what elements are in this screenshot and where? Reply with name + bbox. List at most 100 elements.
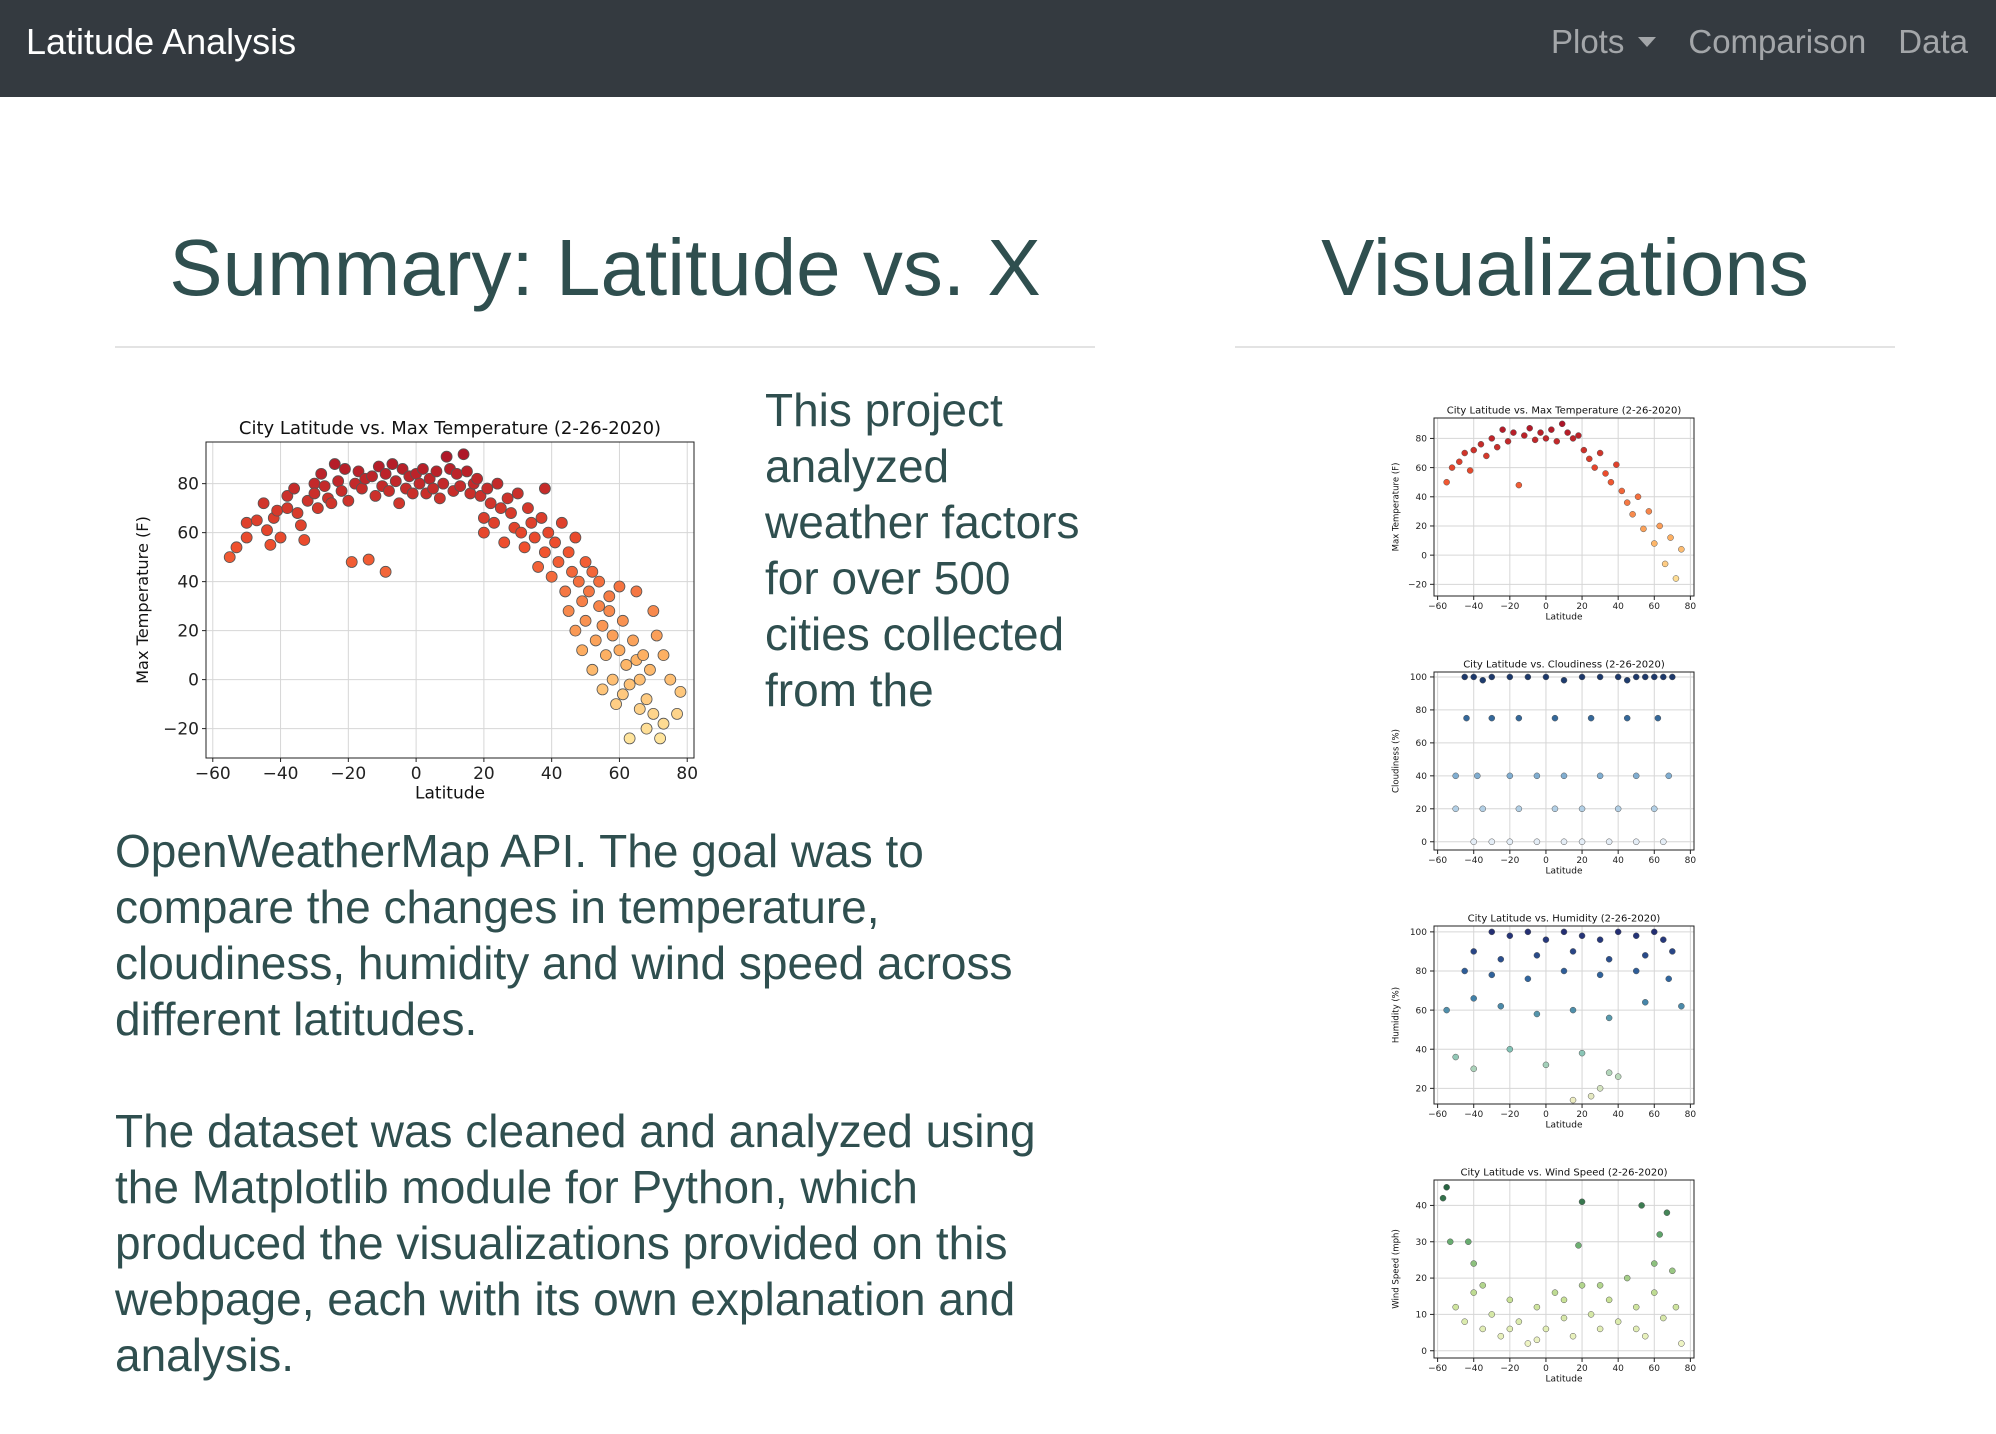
navbar-brand[interactable]: Latitude Analysis (26, 20, 296, 64)
scatter-point (1488, 1311, 1496, 1318)
scatter-point (379, 467, 392, 480)
scatter-point (1660, 673, 1667, 681)
scatter-point (1515, 805, 1523, 813)
scatter-point (1669, 673, 1676, 681)
y-tick-label: 0 (188, 671, 199, 691)
scatter-point (1596, 1325, 1604, 1333)
scatter-point (640, 722, 653, 735)
scatter-point (1667, 534, 1674, 541)
scatter-point (481, 482, 494, 495)
scatter-point (240, 531, 253, 544)
scatter-point (1537, 429, 1544, 436)
scatter-point (1651, 1289, 1658, 1296)
scatter-point (1665, 975, 1672, 983)
scatter-point (1488, 714, 1496, 722)
scatter-point (1456, 458, 1463, 466)
scatter-point (440, 450, 453, 463)
chart-title: City Latitude vs. Max Temperature (2-26-… (239, 418, 661, 439)
scatter-point (461, 465, 473, 478)
scatter-point (1661, 560, 1669, 568)
x-tick-label: −20 (1500, 1364, 1519, 1374)
scatter-point (518, 541, 531, 554)
x-tick-label: 20 (1576, 856, 1588, 866)
scatter-point (1632, 772, 1640, 780)
scatter-point (650, 629, 663, 642)
thumbnail-wind-speed[interactable]: −60 −40 −20 0 20 40 60 80 0 10 20 30 40 City Latitude… (1390, 1162, 1710, 1390)
scatter-point (1614, 928, 1622, 936)
x-tick-label: 60 (1649, 1110, 1661, 1120)
scatter-point (298, 534, 311, 546)
scatter-point (308, 477, 321, 490)
scatter-point (559, 585, 572, 598)
scatter-point (1642, 673, 1649, 681)
thumbnail-max-temperature[interactable]: −60 −40 −20 0 20 40 60 80 −20 0 20 40 60 80 City Latit… (1390, 400, 1710, 628)
thumbnail-humidity[interactable]: −60 −40 −20 0 20 40 60 80 20 40 60 80 100 City Latitu… (1390, 908, 1710, 1136)
scatter-point (538, 482, 551, 495)
x-tick-label: 60 (609, 764, 631, 784)
scatter-point (501, 492, 514, 505)
nav-links: Plots Comparison Data (1551, 20, 1968, 64)
scatter-point (389, 475, 402, 488)
scatter-point (1470, 1065, 1477, 1073)
x-tick-label: 0 (411, 764, 422, 784)
y-tick-label: 10 (1416, 1311, 1428, 1321)
scatter-point (1452, 805, 1459, 813)
scatter-point (623, 678, 636, 691)
scatter-point (1596, 1282, 1604, 1289)
y-tick-label: 20 (1416, 805, 1428, 815)
scatter-point (633, 703, 646, 715)
scatter-point (471, 472, 484, 485)
scatter-point (1506, 1045, 1514, 1053)
x-tick-label: 0 (1543, 602, 1549, 612)
x-tick-label: −60 (1428, 856, 1447, 866)
scatter-point (1660, 1314, 1667, 1322)
scatter-point (620, 659, 633, 671)
scatter-point (1560, 838, 1568, 846)
scatter-point (1479, 1282, 1486, 1289)
scatter-point (1638, 1202, 1645, 1209)
scatter-point (1477, 441, 1485, 448)
x-tick-label: 0 (1543, 1364, 1549, 1374)
x-tick-label: −20 (1500, 1110, 1519, 1120)
scatter-point (657, 649, 670, 662)
scatter-point (488, 516, 500, 529)
nav-comparison-link[interactable]: Comparison (1688, 20, 1866, 64)
nav-data-link[interactable]: Data (1898, 20, 1968, 64)
thumbnail-cloudiness[interactable]: −60 −40 −20 0 20 40 60 80 0 20 40 60 80 100 City Latit… (1390, 654, 1710, 882)
scatter-point (1605, 1014, 1613, 1022)
scatter-point (1642, 999, 1649, 1006)
nav-plots-dropdown[interactable]: Plots (1551, 20, 1657, 64)
scatter-point (1461, 449, 1468, 457)
scatter-point (569, 624, 582, 637)
scatter-point (1488, 971, 1496, 979)
scatter-point (1605, 1069, 1613, 1076)
scatter-point (1551, 1289, 1559, 1296)
scatter-point (1560, 676, 1568, 684)
x-axis-label: Latitude (1545, 612, 1583, 622)
scatter-point (386, 458, 399, 470)
scatter-point (627, 634, 639, 647)
chart-title: City Latitude vs. Wind Speed (2-26-2020) (1461, 1168, 1668, 1179)
scatter-point (630, 585, 643, 598)
scatter-point (1569, 1006, 1577, 1014)
scatter-point (1623, 714, 1631, 722)
x-tick-label: 0 (1543, 1110, 1549, 1120)
scatter-point (1470, 446, 1477, 454)
scatter-point (484, 497, 497, 510)
y-tick-label: 0 (1421, 1347, 1427, 1357)
scatter-point (1560, 928, 1568, 936)
scatter-point (1461, 967, 1468, 975)
x-tick-label: 40 (541, 764, 563, 784)
x-tick-label: 80 (1685, 1110, 1697, 1120)
scatter-point (1515, 714, 1523, 722)
scatter-point (579, 556, 592, 568)
scatter-point (315, 467, 328, 480)
scatter-point (549, 536, 561, 549)
chart-title: City Latitude vs. Humidity (2-26-2020) (1468, 914, 1661, 925)
scatter-point (1569, 948, 1577, 955)
scatter-point (318, 480, 331, 492)
scatter-point (1632, 932, 1640, 940)
scatter-point (1515, 1318, 1523, 1325)
scatter-point (1443, 1006, 1450, 1014)
scatter-point (328, 458, 341, 470)
